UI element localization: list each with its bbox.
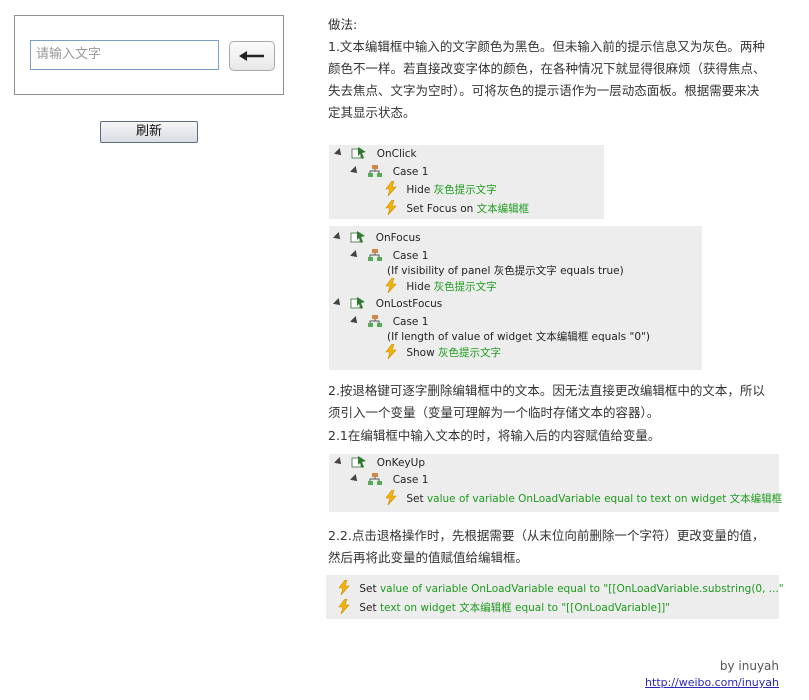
arrow-left-icon <box>239 51 264 61</box>
backspace-button[interactable] <box>229 41 275 71</box>
interaction-panel-onfocus: OnFocus Case 1 (If visibility of panel 灰… <box>329 226 702 370</box>
action-row: Set value of variable OnLoadVariable equ… <box>385 490 782 506</box>
note-paragraph-2-2: 2.2.点击退格操作时，先根据需要（从末位向前删除一个字符）更改变量的值，然后再… <box>328 528 765 565</box>
case-label: Case 1 <box>392 474 429 486</box>
collapse-arrow-icon[interactable] <box>334 457 344 467</box>
action-row: Hide 灰色提示文字 <box>385 181 497 197</box>
interaction-panel-onclick: OnClick Case 1 Hide 灰色提示文字 Set Focus on … <box>329 145 604 219</box>
event-icon <box>350 297 366 309</box>
collapse-arrow-icon[interactable] <box>350 316 360 326</box>
action-target: 文本编辑框 <box>476 203 530 215</box>
action-verb: Set Focus on <box>406 203 474 215</box>
method-title: 做法: <box>328 17 358 32</box>
demo-frame: 请输入文字 <box>14 15 284 95</box>
case-row: Case 1 <box>350 314 429 330</box>
event-row: OnKeyUp <box>334 455 425 471</box>
condition-text: (If length of value of widget 文本编辑框 equa… <box>387 331 650 343</box>
action-row: Show 灰色提示文字 <box>385 344 501 360</box>
case-icon <box>368 315 383 327</box>
action-verb: Set <box>406 493 424 505</box>
action-target: 灰色提示文字 <box>438 347 502 359</box>
collapse-arrow-icon[interactable] <box>333 232 343 242</box>
case-label: Case 1 <box>392 250 429 262</box>
lightning-icon <box>338 599 350 614</box>
event-icon <box>350 231 366 243</box>
interaction-panel-onkeyup: OnKeyUp Case 1 Set value of variable OnL… <box>329 454 782 512</box>
action-row: Set value of variable OnLoadVariable equ… <box>338 580 784 596</box>
case-icon <box>368 165 383 177</box>
refresh-button[interactable]: 刷新 <box>100 121 198 143</box>
lightning-icon <box>385 181 397 196</box>
action-verb: Set <box>359 583 377 595</box>
lightning-icon <box>385 200 397 215</box>
collapse-arrow-icon[interactable] <box>350 166 360 176</box>
collapse-arrow-icon[interactable] <box>350 250 360 260</box>
case-row: Case 1 <box>350 248 429 264</box>
action-row: Set Focus on 文本编辑框 <box>385 200 529 216</box>
action-row: Hide 灰色提示文字 <box>385 278 497 294</box>
lightning-icon <box>385 490 397 505</box>
interaction-panel-backspace: Set value of variable OnLoadVariable equ… <box>326 575 784 619</box>
action-target: value of variable OnLoadVariable equal t… <box>426 493 783 505</box>
event-row: OnClick <box>334 146 417 162</box>
lightning-icon <box>338 580 350 595</box>
case-row: Case 1 <box>350 164 429 180</box>
event-row: OnLostFocus <box>333 296 443 312</box>
action-row: Set text on widget 文本编辑框 equal to "[[OnL… <box>338 599 670 615</box>
collapse-arrow-icon[interactable] <box>333 298 343 308</box>
event-icon <box>351 147 367 159</box>
action-target: 灰色提示文字 <box>433 184 497 196</box>
event-icon <box>351 456 367 468</box>
author-link[interactable]: http://weibo.com/inuyah <box>645 676 779 689</box>
event-label: OnKeyUp <box>376 457 425 469</box>
condition-text: (If visibility of panel 灰色提示文字 equals tr… <box>387 265 624 277</box>
collapse-arrow-icon[interactable] <box>334 148 344 158</box>
text-input[interactable]: 请输入文字 <box>30 40 219 70</box>
note-paragraph-2: 2.按退格键可逐字删除编辑框中的文本。因无法直接更改编辑框中的文本，所以须引入一… <box>328 383 765 420</box>
note-paragraph-2-1: 2.1在编辑框中输入文本的时，将输入后的内容赋值给变量。 <box>328 428 661 443</box>
lightning-icon <box>385 278 397 293</box>
event-label: OnFocus <box>375 232 421 244</box>
collapse-arrow-icon[interactable] <box>350 474 360 484</box>
lightning-icon <box>385 344 397 359</box>
event-label: OnLostFocus <box>375 298 443 310</box>
case-icon <box>368 473 383 485</box>
case-icon <box>368 249 383 261</box>
note-paragraph-1: 1.文本编辑框中输入的文字颜色为黑色。但未输入前的提示信息又为灰色。两种颜色不一… <box>328 39 766 120</box>
action-target: 灰色提示文字 <box>433 281 497 293</box>
action-verb: Hide <box>406 281 431 293</box>
action-verb: Set <box>359 602 377 614</box>
case-row: Case 1 <box>350 472 429 488</box>
action-target: value of variable OnLoadVariable equal t… <box>379 583 784 595</box>
author-credit: by inuyah <box>719 659 779 673</box>
event-label: OnClick <box>376 148 417 160</box>
action-target: text on widget 文本编辑框 equal to "[[OnLoadV… <box>379 602 671 614</box>
event-row: OnFocus <box>333 230 421 246</box>
case-label: Case 1 <box>392 316 429 328</box>
case-label: Case 1 <box>392 166 429 178</box>
action-verb: Show <box>406 347 435 359</box>
action-verb: Hide <box>406 184 431 196</box>
